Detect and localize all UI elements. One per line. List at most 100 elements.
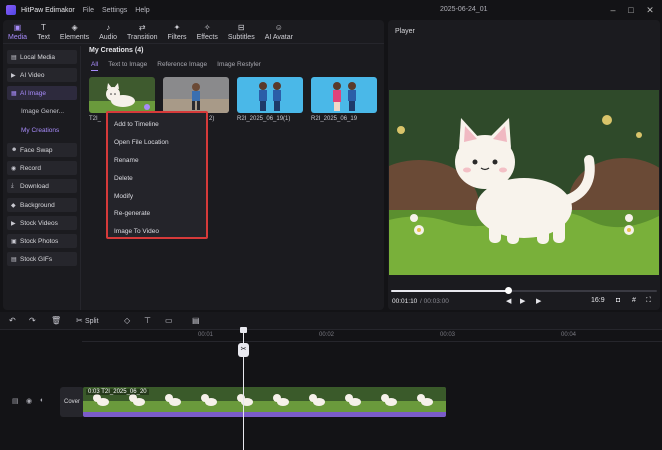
menu-image-to-video[interactable]: Image To Video	[108, 223, 206, 241]
face-swap-icon: ☻	[11, 147, 18, 153]
menu-delete[interactable]: Delete	[108, 170, 206, 188]
sidebar-item-label: Stock Videos	[20, 219, 58, 227]
filter-tab-reference-image[interactable]: Reference Image	[157, 61, 207, 71]
tab-label: Effects	[196, 34, 218, 41]
sidebar-item-ai-image[interactable]: ▦ AI Image	[7, 86, 77, 100]
sidebar-sub-my-creations[interactable]: My Creations	[21, 127, 59, 134]
visibility-icon[interactable]: ◉	[26, 397, 32, 405]
previous-frame-icon[interactable]: ◀	[506, 297, 511, 305]
ai-image-icon: ▦	[11, 90, 17, 97]
menu-modify[interactable]: Modify	[108, 188, 206, 206]
split-label: Split	[84, 318, 99, 325]
subtitles-icon: ⊟	[237, 23, 245, 32]
sidebar-item-label: Stock GIFs	[20, 255, 53, 263]
split-at-playhead-icon[interactable]: ✂	[238, 343, 249, 357]
main-tabs: ▣ Media T Text ◈ Elements ♪ Audio ⇄ Tran…	[3, 20, 384, 44]
stock-videos-icon: ▶	[11, 220, 16, 227]
filter-tab-text-to-image[interactable]: Text to Image	[108, 61, 147, 71]
audio-icon: ♪	[106, 23, 111, 32]
tab-ai-avatar[interactable]: ☺ AI Avatar	[260, 20, 298, 44]
sidebar-item-background[interactable]: ◆ Background	[7, 198, 77, 212]
split-button[interactable]: ✂ Split	[76, 316, 99, 325]
grid-icon[interactable]: #	[632, 297, 636, 304]
thumbnail-label: T2I_	[89, 116, 102, 122]
playhead-handle[interactable]	[240, 327, 247, 333]
boy-thumbnail-image	[163, 77, 229, 113]
context-menu: Add to Timeline Open File Location Renam…	[106, 111, 208, 239]
mute-icon[interactable]: ◐	[40, 397, 44, 404]
sidebar-sub-image-generator[interactable]: Image Gener...	[21, 108, 64, 115]
tab-text[interactable]: T Text	[32, 20, 55, 44]
menu-add-to-timeline[interactable]: Add to Timeline	[108, 116, 206, 134]
lock-icon[interactable]: ▤	[12, 397, 19, 405]
undo-icon[interactable]: ↶	[9, 316, 16, 325]
aspect-ratio-select[interactable]: 16:9	[591, 297, 605, 304]
sidebar-item-stock-photos[interactable]: ▣ Stock Photos	[7, 234, 77, 248]
creation-thumbnail-kids-2[interactable]	[311, 77, 377, 113]
timeline-ruler[interactable]: 00:01 00:02 00:03 00:04	[82, 330, 662, 342]
sidebar-item-stock-videos[interactable]: ▶ Stock Videos	[7, 216, 77, 230]
timeline-clip[interactable]: 0:03 T2I_2025_06_20	[83, 387, 446, 417]
redo-icon[interactable]: ↷	[29, 316, 36, 325]
cat-preview-image	[389, 90, 659, 275]
tab-label: Text	[37, 34, 50, 41]
menu-open-file-location[interactable]: Open File Location	[108, 134, 206, 152]
menu-rename[interactable]: Rename	[108, 152, 206, 170]
player-preview[interactable]	[389, 90, 659, 275]
close-icon[interactable]: ✕	[644, 4, 656, 16]
creation-thumbnail-boy[interactable]	[163, 77, 229, 113]
tab-elements[interactable]: ◈ Elements	[55, 20, 94, 44]
total-time: / 00:03:00	[420, 298, 449, 305]
track-header: ▤ ◉ ◐ Cover	[4, 387, 84, 417]
delete-icon[interactable]: 🗑	[51, 316, 61, 325]
tab-media[interactable]: ▣ Media	[3, 20, 32, 44]
export-frame-icon[interactable]: ▤	[192, 316, 200, 325]
sidebar-item-label: Record	[20, 164, 41, 172]
filter-tab-image-restyler[interactable]: Image Restyler	[217, 61, 261, 71]
tab-subtitles[interactable]: ⊟ Subtitles	[223, 20, 260, 44]
sidebar-item-local-media[interactable]: ▤ Local Media	[7, 50, 77, 64]
snapshot-icon[interactable]: ◘	[616, 297, 620, 304]
sidebar-item-record[interactable]: ◉ Record	[7, 161, 77, 175]
tab-transition[interactable]: ⇄ Transition	[122, 20, 162, 44]
timeline: 00:01 00:02 00:03 00:04 ▤ ◉ ◐ Cover 0:03…	[0, 327, 662, 450]
filter-tab-all[interactable]: All	[91, 61, 99, 71]
menu-settings[interactable]: Settings	[102, 7, 127, 14]
title-bar: HitPaw Edimakor File Settings Help 2025-…	[0, 0, 662, 20]
player-panel: Player 00:01:10 / 00:03:00 ◀ ▶ ▶ 16:9 ◘ …	[388, 20, 660, 310]
sidebar-item-face-swap[interactable]: ☻ Face Swap	[7, 143, 77, 157]
shield-icon[interactable]: ◇	[124, 316, 130, 325]
sidebar-item-stock-gifs[interactable]: ▤ Stock GIFs	[7, 252, 77, 266]
fullscreen-icon[interactable]: ⛶	[646, 297, 651, 305]
crop-icon[interactable]: ▭	[165, 316, 173, 325]
clip-duration-bar	[83, 412, 446, 417]
sidebar-item-ai-video[interactable]: ▶ AI Video	[7, 68, 77, 82]
text-tool-icon[interactable]: ⊤	[144, 316, 151, 325]
next-frame-icon[interactable]: ▶	[536, 297, 541, 305]
tab-label: AI Avatar	[264, 34, 293, 41]
play-icon[interactable]: ▶	[520, 297, 525, 305]
record-icon: ◉	[11, 165, 17, 172]
thumbnail-label: R2I_2025_06_19(1)	[237, 116, 291, 122]
tab-filters[interactable]: ✦ Filters	[163, 20, 192, 44]
kids-thumbnail-image	[237, 77, 303, 113]
maximize-icon[interactable]: □	[625, 4, 637, 16]
menu-file[interactable]: File	[83, 7, 94, 14]
creation-thumbnail-cat[interactable]	[89, 77, 155, 113]
playback-scrubber[interactable]	[391, 287, 657, 294]
ai-video-icon: ▶	[11, 72, 16, 79]
creation-thumbnail-kids-1[interactable]	[237, 77, 303, 113]
cover-button[interactable]: Cover	[60, 387, 84, 417]
tab-effects[interactable]: ✧ Effects	[192, 20, 223, 44]
cat-thumbnail-image	[89, 77, 155, 113]
tab-audio[interactable]: ♪ Audio	[94, 20, 122, 44]
menu-help[interactable]: Help	[135, 7, 149, 14]
folder-icon: ▤	[11, 54, 17, 61]
sidebar-item-download[interactable]: ⤓ Download	[7, 179, 77, 193]
player-title: Player	[395, 28, 415, 35]
minimize-icon[interactable]: –	[607, 4, 619, 16]
app-logo	[6, 5, 16, 15]
scrubber-handle[interactable]	[505, 287, 513, 294]
menu-re-generate[interactable]: Re-generate	[108, 205, 206, 223]
thumbnail-label: 2)	[209, 116, 215, 122]
